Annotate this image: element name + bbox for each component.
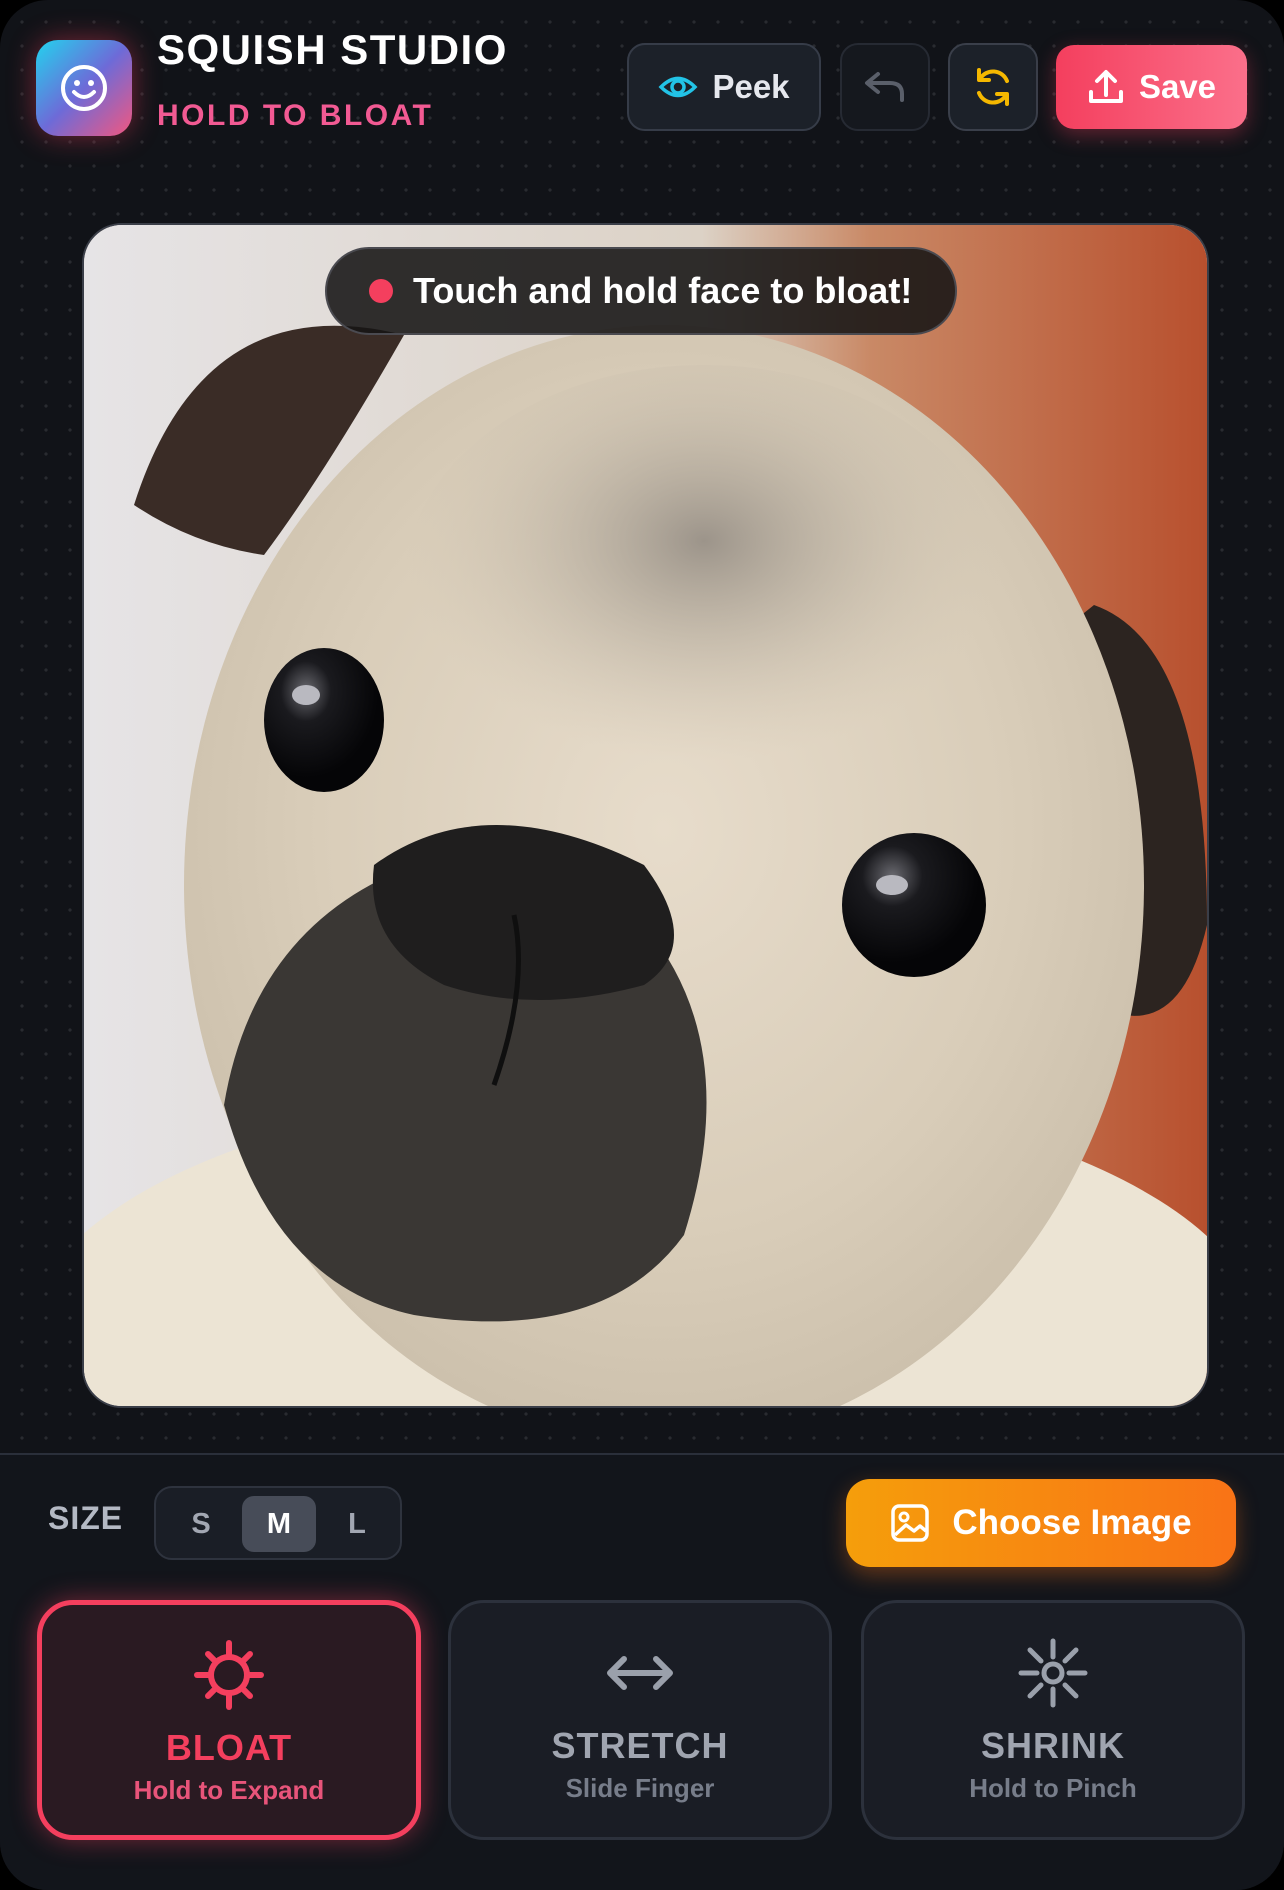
peek-label: Peek: [712, 68, 790, 105]
size-option-s[interactable]: S: [164, 1496, 238, 1552]
save-label: Save: [1138, 68, 1217, 105]
size-label: SIZE: [48, 1500, 124, 1536]
mode-bloat-button[interactable]: BLOAT Hold to Expand: [37, 1600, 421, 1840]
mode-stretch-title: STRETCH: [551, 1725, 729, 1766]
mode-shrink-button[interactable]: SHRINK Hold to Pinch: [861, 1600, 1245, 1840]
smiley-face-icon: [61, 65, 107, 111]
choose-image-label: Choose Image: [952, 1503, 1192, 1542]
peek-button[interactable]: Peek: [627, 43, 821, 131]
pug-photo: [84, 225, 1207, 1406]
upload-icon: [1088, 70, 1123, 103]
mode-shrink-subtitle: Hold to Pinch: [969, 1773, 1137, 1803]
mode-stretch-subtitle: Slide Finger: [565, 1773, 715, 1803]
size-option-m[interactable]: M: [242, 1496, 316, 1552]
mode-shrink-title: SHRINK: [980, 1725, 1125, 1766]
refresh-icon: [977, 68, 1009, 106]
mode-stretch-button[interactable]: STRETCH Slide Finger: [448, 1600, 832, 1840]
choose-image-button[interactable]: Choose Image: [846, 1479, 1236, 1567]
hint-toast: Touch and hold face to bloat!: [325, 247, 957, 335]
mode-bloat-title: BLOAT: [165, 1727, 293, 1768]
recording-dot-icon: [369, 279, 393, 303]
size-option-l[interactable]: L: [320, 1496, 394, 1552]
app-logo: [36, 40, 132, 136]
app-title: SQUISH STUDIO: [157, 26, 508, 73]
app-subtitle: HOLD TO BLOAT: [157, 99, 434, 132]
image-icon: [891, 1504, 930, 1542]
size-selector: S M L: [154, 1486, 402, 1560]
horizontal-arrows-icon: [607, 1656, 673, 1690]
save-button[interactable]: Save: [1056, 45, 1247, 129]
mode-bloat-subtitle: Hold to Expand: [133, 1775, 325, 1805]
reset-button[interactable]: [948, 43, 1038, 131]
undo-button[interactable]: [840, 43, 930, 131]
image-canvas[interactable]: [82, 223, 1209, 1408]
eye-icon: [658, 76, 698, 98]
app-screen: SQUISH STUDIO HOLD TO BLOAT Peek Save To…: [0, 0, 1284, 1890]
hint-text: Touch and hold face to bloat!: [413, 270, 913, 311]
pinch-burst-icon: [1018, 1638, 1088, 1708]
bloat-crosshair-icon: [194, 1640, 264, 1710]
undo-arrow-icon: [865, 72, 904, 102]
